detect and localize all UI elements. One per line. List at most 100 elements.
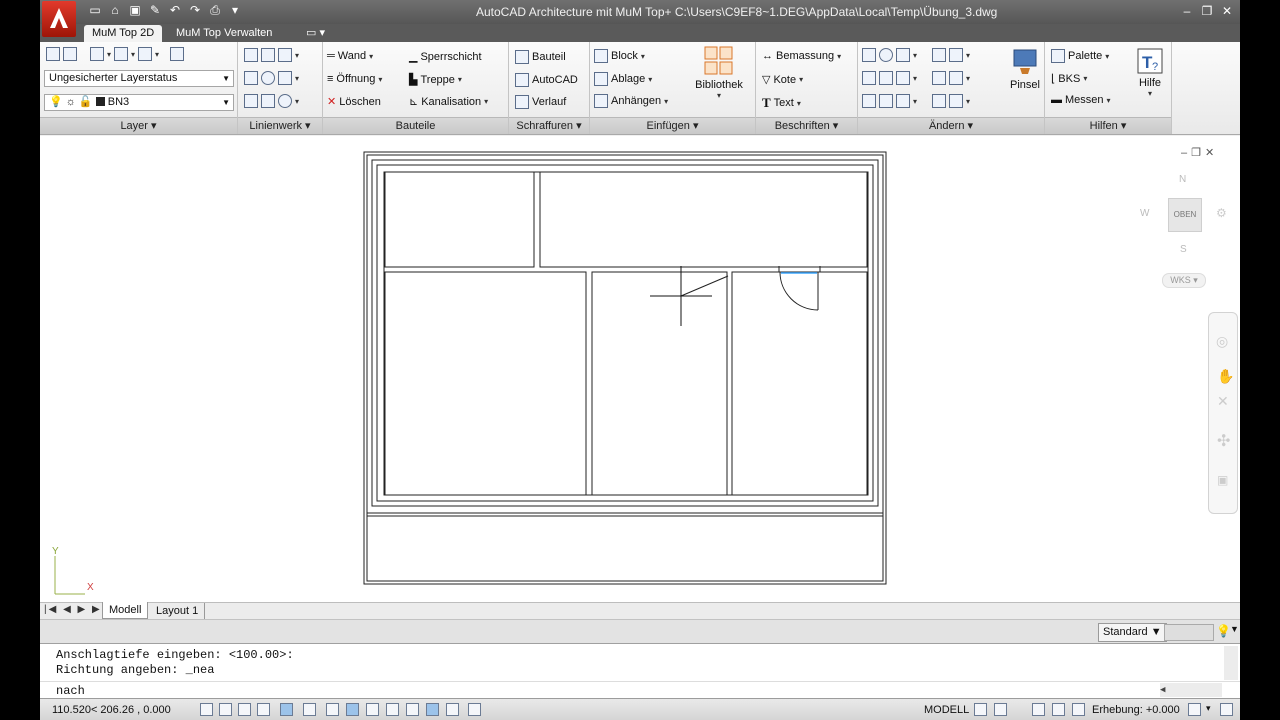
polar-icon[interactable] <box>280 703 293 716</box>
save-icon[interactable]: ▣ <box>128 3 142 17</box>
treppe-button[interactable]: ▙ Treppe ▾ <box>409 73 462 87</box>
command-input[interactable]: nach <box>56 684 85 698</box>
redo-icon[interactable]: ↷ <box>188 3 202 17</box>
arc-icon[interactable] <box>244 71 258 85</box>
new-file-icon[interactable]: ▭ <box>88 3 102 17</box>
fillet-icon[interactable] <box>896 94 910 108</box>
panel-beschriften-title[interactable]: Beschriften ▾ <box>756 117 857 134</box>
revcloud-icon[interactable] <box>261 94 275 108</box>
layer-lock-icon[interactable] <box>138 47 153 61</box>
panel-layer-title[interactable]: Layer ▾ <box>40 117 237 134</box>
open-file-icon[interactable]: ⌂ <box>108 3 122 17</box>
hatch-bauteil-button[interactable]: Bauteil <box>515 50 566 64</box>
viewport-restore-icon[interactable]: ❐ <box>1191 147 1205 159</box>
rectangle-icon[interactable] <box>278 71 292 85</box>
bks-button[interactable]: ⌊ BKS ▾ <box>1051 72 1087 86</box>
save-as-icon[interactable]: ✎ <box>148 3 162 17</box>
viewcube-south[interactable]: S <box>1180 244 1187 255</box>
infer-icon[interactable] <box>200 703 213 716</box>
ribbon-minimize-icon[interactable]: ▭ ▾ <box>298 25 333 42</box>
oeffnung-button[interactable]: ≡ Öffnung ▾ <box>327 73 382 85</box>
viewcube-top-face[interactable]: OBEN <box>1168 198 1202 232</box>
navigation-bar[interactable]: ◎ ✋ ✕ ✣ ▣ <box>1208 312 1238 514</box>
layer-freeze-icon[interactable] <box>114 47 129 61</box>
panel-hilfen-title[interactable]: Hilfen ▾ <box>1045 117 1171 134</box>
steering-wheel-icon[interactable]: ◎ <box>1216 333 1228 350</box>
3d-osnap-icon[interactable] <box>326 703 339 716</box>
polyline-icon[interactable] <box>261 48 275 62</box>
command-line[interactable]: Anschlagtiefe eingeben: <100.00>: Richtu… <box>40 643 1240 709</box>
palette-button[interactable]: Palette ▾ <box>1051 49 1109 63</box>
model-space-toggle[interactable]: MODELL <box>924 704 969 716</box>
hatch-verlauf-button[interactable]: Verlauf <box>515 95 566 109</box>
layer-properties-icon[interactable] <box>46 47 60 61</box>
lineweight-icon[interactable] <box>406 703 419 716</box>
selection-cycling-icon[interactable] <box>468 703 481 716</box>
workspace-tools-icon[interactable] <box>1164 624 1214 641</box>
clean-screen-icon[interactable] <box>1220 703 1233 716</box>
loeschen-button[interactable]: ✕ Löschen <box>327 95 381 109</box>
workspace-switch-icon[interactable] <box>1032 703 1045 716</box>
minimize-icon[interactable]: – <box>1180 4 1194 18</box>
grid-icon[interactable] <box>238 703 251 716</box>
ablage-button[interactable]: Ablage ▾ <box>594 72 652 86</box>
viewcube-north[interactable]: N <box>1179 174 1186 185</box>
panel-einfuegen-title[interactable]: Einfügen ▾ <box>590 117 755 134</box>
wand-button[interactable]: ═ Wand ▾ <box>327 50 373 62</box>
panel-aendern-title[interactable]: Ändern ▾ <box>858 117 1044 134</box>
orbit-icon[interactable]: ✣ <box>1217 431 1230 451</box>
ortho-icon[interactable] <box>257 703 270 716</box>
panel-bauteile-title[interactable]: Bauteile <box>323 117 508 134</box>
quick-view-layouts-icon[interactable] <box>974 703 987 716</box>
layer-isolate-icon[interactable] <box>90 47 104 61</box>
osnap-icon[interactable] <box>303 703 316 716</box>
layer-states-icon[interactable] <box>63 47 77 61</box>
hilfe-button[interactable]: T ? Hilfe ▾ <box>1133 48 1167 98</box>
join-icon[interactable] <box>932 94 947 108</box>
layer-state-combo[interactable]: Ungesicherter Layerstatus ▼ <box>44 70 234 87</box>
mirror-icon[interactable] <box>879 71 893 85</box>
angle-line-icon[interactable] <box>278 48 292 62</box>
viewcube-east-icon[interactable]: ⚙ <box>1216 206 1227 220</box>
viewport-minimize-icon[interactable]: – <box>1181 147 1191 159</box>
tab-mum-top-2d[interactable]: MuM Top 2D <box>84 25 163 42</box>
quick-properties-icon[interactable] <box>446 703 459 716</box>
scale-icon[interactable] <box>862 71 876 85</box>
explode-icon[interactable] <box>949 71 964 85</box>
layout-nav-arrows[interactable]: |◀ ◀ ▶ ▶| <box>44 604 106 615</box>
coordinate-readout[interactable]: 110.520< 206.26 , 0.000 <box>52 704 171 716</box>
command-scrollbar[interactable] <box>1224 646 1238 680</box>
ellipse-icon[interactable] <box>278 94 292 108</box>
circle-icon[interactable] <box>261 71 275 85</box>
close-icon[interactable]: ✕ <box>1220 4 1234 18</box>
extend-icon[interactable] <box>879 94 893 108</box>
panel-schraffuren-title[interactable]: Schraffuren ▾ <box>509 117 589 134</box>
tab-layout-1[interactable]: Layout 1 <box>150 603 206 619</box>
offset-icon[interactable] <box>862 94 876 108</box>
layer-match-icon[interactable] <box>170 47 185 61</box>
isolate-objects-icon[interactable] <box>1188 703 1201 716</box>
tab-mum-top-verwalten[interactable]: MuM Top Verwalten <box>168 25 280 42</box>
style-combo[interactable]: Standard ▼ <box>1098 623 1167 642</box>
messen-button[interactable]: ▬ Messen ▾ <box>1051 94 1111 106</box>
restore-icon[interactable]: ❐ <box>1200 4 1214 18</box>
pan-icon[interactable]: ✋ <box>1217 368 1234 385</box>
ducs-icon[interactable] <box>366 703 379 716</box>
array-icon[interactable] <box>932 48 947 62</box>
viewport-close-icon[interactable]: ✕ <box>1205 147 1218 159</box>
otrack-icon[interactable] <box>346 703 359 716</box>
tab-modell[interactable]: Modell <box>102 602 149 619</box>
scale-icon[interactable] <box>1072 703 1085 716</box>
kote-button[interactable]: ▽ Kote ▾ <box>762 73 803 87</box>
bemassung-button[interactable]: ↔ Bemassung ▾ <box>762 50 841 62</box>
trim-icon[interactable] <box>896 48 910 62</box>
transparency-icon[interactable] <box>426 703 439 716</box>
viewcube[interactable]: N W ⚙ OBEN S WKS ▾ <box>1140 174 1230 294</box>
bulb-icon[interactable]: 💡 <box>1216 624 1231 638</box>
quick-view-drawings-icon[interactable] <box>994 703 1007 716</box>
rotate-icon[interactable] <box>879 48 893 62</box>
chevron-down-icon[interactable]: ▼ <box>1230 624 1239 634</box>
pinsel-button[interactable]: Pinsel <box>1008 48 1042 91</box>
command-hscroll[interactable]: ◀ ▶ <box>1160 683 1222 709</box>
move-icon[interactable] <box>862 48 876 62</box>
